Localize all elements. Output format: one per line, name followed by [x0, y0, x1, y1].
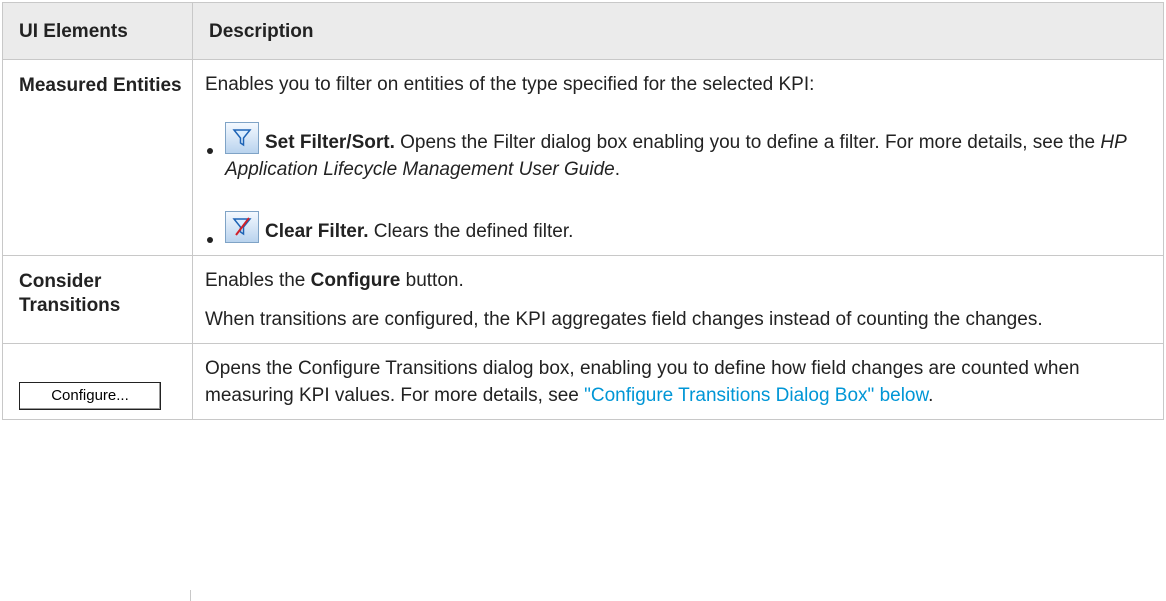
clear-filter-icon[interactable]: [225, 211, 259, 243]
set-filter-title: Set Filter/Sort.: [265, 132, 395, 153]
filter-actions-list: Set Filter/Sort. Opens the Filter dialog…: [205, 122, 1151, 245]
configure-transitions-link[interactable]: "Configure Transitions Dialog Box" below: [584, 385, 928, 406]
transitions-line-1-post: button.: [400, 270, 464, 291]
transitions-line-1-pre: Enables the: [205, 270, 311, 291]
element-description: Enables the Configure button. When trans…: [192, 255, 1164, 344]
list-item: Set Filter/Sort. Opens the Filter dialog…: [205, 122, 1151, 183]
column-divider: [190, 590, 191, 601]
transitions-line-2: When transitions are configured, the KPI…: [205, 309, 1043, 330]
table-row: Configure... Opens the Configure Transit…: [2, 343, 1164, 420]
element-name-measured-entities: Measured Entities: [2, 59, 193, 256]
configure-button[interactable]: Configure...: [19, 382, 161, 410]
element-name-consider-transitions: Consider Transitions: [2, 255, 193, 344]
set-filter-text: Opens the Filter dialog box enabling you…: [394, 132, 1101, 153]
element-description: Opens the Configure Transitions dialog b…: [192, 343, 1164, 420]
element-description: Enables you to filter on entities of the…: [192, 59, 1164, 256]
clear-filter-text: Clears the defined filter.: [368, 221, 574, 242]
element-name-configure: Configure...: [2, 343, 193, 420]
ui-elements-table: UI Elements Description Measured Entitie…: [2, 2, 1164, 420]
configure-description: Opens the Configure Transitions dialog b…: [205, 355, 1151, 409]
header-description: Description: [192, 2, 1164, 60]
transitions-line-1: Enables the Configure button.: [205, 267, 1151, 294]
table-row: Measured Entities Enables you to filter …: [2, 59, 1164, 256]
configure-bold-label: Configure: [310, 270, 401, 291]
table-row: Consider Transitions Enables the Configu…: [2, 255, 1164, 344]
measured-entities-intro: Enables you to filter on entities of the…: [205, 74, 815, 95]
list-item: Clear Filter. Clears the defined filter.: [205, 211, 1151, 245]
filter-icon[interactable]: [225, 122, 259, 154]
page: UI Elements Description Measured Entitie…: [0, 0, 1166, 601]
set-filter-end: .: [614, 159, 620, 180]
configure-end: .: [928, 385, 934, 406]
header-ui-elements: UI Elements: [2, 2, 193, 60]
clear-filter-title: Clear Filter.: [265, 221, 369, 242]
table-header-row: UI Elements Description: [2, 2, 1164, 60]
